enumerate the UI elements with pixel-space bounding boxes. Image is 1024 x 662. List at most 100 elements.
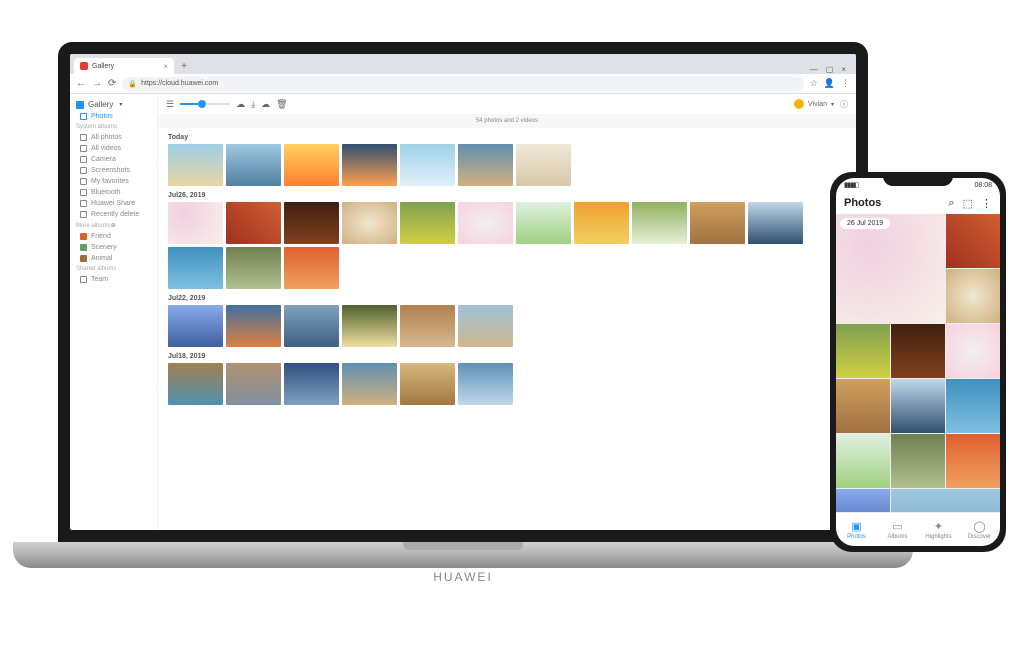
phone-nav-discover[interactable]: ◯ Discover	[959, 513, 1000, 546]
date-group-label: Jul26, 2019	[168, 192, 846, 199]
sidebar-item-favorites[interactable]: My favorites	[70, 176, 157, 187]
phone-nav-photos[interactable]: ▣ Photos	[836, 513, 877, 546]
phone-nav-highlights[interactable]: ✦ Highlights	[918, 513, 959, 546]
delete-icon[interactable]: 🗑	[276, 99, 287, 110]
cloud-sync-icon[interactable]: ☁	[261, 99, 270, 110]
minimize-icon[interactable]: —	[810, 65, 818, 74]
photo-thumb[interactable]	[226, 144, 281, 186]
photo-thumb[interactable]	[836, 214, 945, 323]
photo-thumb[interactable]	[284, 144, 339, 186]
photo-thumb[interactable]	[946, 434, 1000, 488]
sidebar-item-team[interactable]: Team	[70, 274, 157, 285]
forward-icon[interactable]: →	[92, 78, 102, 89]
photo-thumb[interactable]	[168, 247, 223, 289]
photo-thumb[interactable]	[690, 202, 745, 244]
photo-thumb[interactable]	[168, 144, 223, 186]
browser-tab[interactable]: Gallery ×	[74, 58, 174, 74]
phone-header: Photos ⌕ ⬚ ⋮	[836, 192, 1000, 214]
photo-thumb[interactable]	[458, 144, 513, 186]
photos-icon	[80, 113, 87, 120]
photo-thumb[interactable]	[400, 305, 455, 347]
photo-thumb[interactable]	[946, 379, 1000, 433]
photo-thumb[interactable]	[458, 202, 513, 244]
sidebar-item-recently-delete[interactable]: Recently delete	[70, 209, 157, 220]
sidebar-item-screenshots[interactable]: Screenshots	[70, 165, 157, 176]
photo-thumb[interactable]	[946, 324, 1000, 378]
photo-grid[interactable]: Today Jul26, 2019	[158, 128, 856, 530]
photo-thumb[interactable]	[748, 202, 803, 244]
photo-thumb[interactable]	[891, 324, 945, 378]
photo-thumb[interactable]	[226, 305, 281, 347]
photo-thumb[interactable]	[168, 363, 223, 405]
photo-thumb[interactable]	[226, 247, 281, 289]
back-icon[interactable]: ←	[76, 78, 86, 89]
photo-thumb[interactable]	[516, 202, 571, 244]
search-icon[interactable]: ⌕	[948, 197, 954, 210]
sidebar-item-scenery[interactable]: Scenery	[70, 242, 157, 253]
sidebar-title[interactable]: Gallery ▾	[70, 98, 157, 111]
photo-thumb[interactable]	[458, 305, 513, 347]
profile-icon[interactable]: 👤	[824, 78, 835, 89]
photo-thumb[interactable]	[400, 144, 455, 186]
photo-thumb[interactable]	[836, 489, 890, 512]
photo-thumb[interactable]	[516, 144, 571, 186]
photo-thumb[interactable]	[284, 305, 339, 347]
sidebar-item-photos[interactable]: Photos	[70, 111, 157, 122]
close-icon[interactable]: ×	[163, 62, 168, 71]
photo-thumb[interactable]	[342, 363, 397, 405]
photo-thumb[interactable]	[891, 379, 945, 433]
photo-thumb[interactable]	[168, 305, 223, 347]
photo-thumb[interactable]	[836, 434, 890, 488]
phone-date-pill: 26 Jul 2019	[840, 218, 890, 229]
photo-thumb[interactable]	[168, 202, 223, 244]
sidebar-item-huawei-share[interactable]: Huawei Share	[70, 198, 157, 209]
sidebar-item-all-photos[interactable]: All photos	[70, 132, 157, 143]
photo-thumb[interactable]	[226, 363, 281, 405]
photo-thumb[interactable]	[946, 214, 1000, 268]
map-icon[interactable]: ⬚	[963, 197, 973, 210]
phone-nav-albums[interactable]: ▭ Albums	[877, 513, 918, 546]
maximize-icon[interactable]: ▢	[826, 65, 834, 74]
photo-thumb[interactable]	[891, 489, 1000, 512]
photo-thumb[interactable]	[284, 202, 339, 244]
zoom-slider[interactable]	[180, 103, 230, 105]
upload-cloud-icon[interactable]: ☁	[236, 99, 245, 110]
photo-thumb[interactable]	[458, 363, 513, 405]
photo-thumb[interactable]	[891, 434, 945, 488]
photo-thumb[interactable]	[632, 202, 687, 244]
photo-thumb[interactable]	[284, 363, 339, 405]
photo-thumb[interactable]	[574, 202, 629, 244]
menu-icon[interactable]: ⋮	[841, 78, 850, 89]
new-tab-button[interactable]: +	[176, 58, 192, 74]
photo-thumb[interactable]	[400, 202, 455, 244]
sidebar-item-all-videos[interactable]: All videos	[70, 143, 157, 154]
sidebar-item-friend[interactable]: Friend	[70, 231, 157, 242]
star-icon[interactable]: ☆	[810, 78, 818, 89]
photo-thumb[interactable]	[836, 379, 890, 433]
download-icon[interactable]: ⤓	[251, 99, 255, 110]
more-icon[interactable]: ⋮	[981, 197, 992, 210]
photos-icon: ▣	[851, 520, 861, 533]
sidebar-item-bluetooth[interactable]: Bluetooth	[70, 187, 157, 198]
close-window-icon[interactable]: ×	[841, 65, 846, 74]
photo-thumb[interactable]	[836, 324, 890, 378]
sidebar-item-camera[interactable]: Camera	[70, 154, 157, 165]
photo-thumb[interactable]	[400, 363, 455, 405]
photo-thumb[interactable]	[226, 202, 281, 244]
info-bar: 54 photos and 2 videos	[158, 114, 856, 128]
signal-icon: ▮▮▮◧	[844, 181, 858, 189]
user-menu[interactable]: Vivian ▾	[794, 99, 834, 109]
photo-thumb[interactable]	[284, 247, 339, 289]
phone-photo-grid[interactable]: 26 Jul 2019	[836, 214, 1000, 512]
photo-thumb[interactable]	[946, 269, 1000, 323]
photo-thumb[interactable]	[342, 202, 397, 244]
sidebar-item-animal[interactable]: Animal	[70, 253, 157, 264]
photo-thumb[interactable]	[342, 144, 397, 186]
add-album-icon[interactable]: ⊕	[111, 223, 116, 229]
reload-icon[interactable]: ⟳	[108, 78, 116, 89]
view-toggle-icon[interactable]: ☰	[166, 99, 174, 110]
url-input[interactable]: 🔒 https://cloud.huawei.com	[122, 77, 803, 91]
photos-icon	[80, 134, 87, 141]
help-icon[interactable]: ⓘ	[840, 99, 848, 110]
photo-thumb[interactable]	[342, 305, 397, 347]
